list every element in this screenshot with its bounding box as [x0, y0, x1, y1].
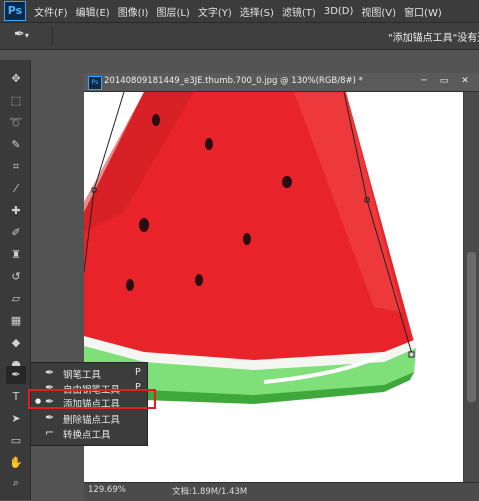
document-app-badge: Ps [88, 76, 102, 90]
annotation-highlight-box [28, 389, 156, 409]
blur-tool-icon[interactable]: ◆ [6, 334, 26, 352]
maximize-icon[interactable]: ▭ [436, 75, 452, 88]
menu-select[interactable]: 选择(S) [240, 4, 274, 19]
photoshop-logo: Ps [4, 1, 26, 21]
status-bar: 129.69% 文档:1.89M/1.43M [84, 482, 479, 501]
menu-view[interactable]: 视图(V) [361, 4, 396, 19]
rectangle-tool-icon[interactable]: ▭ [6, 432, 26, 450]
brush-tool-icon[interactable]: ✐ [6, 224, 26, 242]
watermark: Baidu 经验 [366, 460, 428, 473]
lasso-tool-icon[interactable]: ➰ [6, 114, 26, 132]
menu-3d[interactable]: 3D(D) [324, 6, 354, 17]
menu-bar: Ps 文件(F) 编辑(E) 图像(I) 图层(L) 文字(Y) 选择(S) 滤… [0, 0, 479, 23]
menu-layer[interactable]: 图层(L) [156, 4, 189, 19]
tool-preset-picker[interactable]: ✒▾ [14, 27, 40, 45]
flyout-item-label: 转换点工具 [63, 430, 111, 441]
hand-tool-icon[interactable]: ✋ [6, 454, 26, 472]
menu-window[interactable]: 窗口(W) [404, 4, 442, 19]
menu-type[interactable]: 文字(Y) [198, 4, 232, 19]
options-divider [52, 27, 53, 45]
close-icon[interactable]: ✕ [457, 75, 473, 88]
menu-filter[interactable]: 滤镜(T) [282, 4, 316, 19]
path-selection-tool-icon[interactable]: ➤ [6, 410, 26, 428]
flyout-item-label: 钢笔工具 [63, 370, 102, 381]
menu-edit[interactable]: 编辑(E) [76, 4, 110, 19]
flyout-item-label: 删除锚点工具 [63, 415, 121, 426]
eraser-tool-icon[interactable]: ▱ [6, 290, 26, 308]
document-info[interactable]: 文档:1.89M/1.43M [172, 485, 247, 497]
flyout-item-delete-anchor-point[interactable]: ✒ 删除锚点工具 [31, 410, 147, 426]
pen-tool-icon[interactable]: ✒ [6, 366, 26, 384]
scrollbar-thumb[interactable] [467, 252, 476, 402]
history-brush-tool-icon[interactable]: ↺ [6, 268, 26, 286]
pen-icon: ✒ [45, 366, 55, 379]
type-tool-icon[interactable]: T [6, 388, 26, 406]
zoom-tool-icon[interactable]: ⌕ [6, 474, 26, 492]
options-bar: ✒▾ "添加锚点工具"没有选 [0, 23, 479, 50]
zoom-level[interactable]: 129.69% [88, 485, 126, 495]
options-message: "添加锚点工具"没有选 [388, 33, 479, 44]
healing-brush-tool-icon[interactable]: ✚ [6, 202, 26, 220]
tools-panel: ✥ ⬚ ➰ ✎ ⌗ ⁄ ✚ ✐ ♜ ↺ ▱ ▦ ◆ ● ✒ T ➤ ▭ ✋ ⌕ [0, 60, 31, 500]
minimize-icon[interactable]: ─ [416, 75, 432, 88]
crop-tool-icon[interactable]: ⌗ [6, 158, 26, 176]
clone-stamp-tool-icon[interactable]: ♜ [6, 246, 26, 264]
eyedropper-tool-icon[interactable]: ⁄ [6, 180, 26, 198]
vertical-scrollbar[interactable] [464, 92, 479, 482]
document-title: 20140809181449_e3JE.thumb.700_0.jpg @ 13… [104, 76, 363, 86]
move-tool-icon[interactable]: ✥ [6, 70, 26, 88]
quick-select-tool-icon[interactable]: ✎ [6, 136, 26, 154]
add-anchor-point-icon: ✒ [14, 27, 25, 42]
flyout-item-pen[interactable]: ✒ 钢笔工具 P [31, 365, 147, 381]
convert-point-icon: ⌐ [45, 426, 55, 439]
flyout-item-convert-point[interactable]: ⌐ 转换点工具 [31, 425, 147, 441]
gradient-tool-icon[interactable]: ▦ [6, 312, 26, 330]
marquee-tool-icon[interactable]: ⬚ [6, 92, 26, 110]
document-tab[interactable]: Ps 20140809181449_e3JE.thumb.700_0.jpg @… [84, 73, 479, 92]
flyout-shortcut: P [135, 367, 141, 378]
delete-anchor-point-icon: ✒ [45, 411, 55, 424]
menu-file[interactable]: 文件(F) [34, 4, 68, 19]
menu-image[interactable]: 图像(I) [118, 4, 149, 19]
